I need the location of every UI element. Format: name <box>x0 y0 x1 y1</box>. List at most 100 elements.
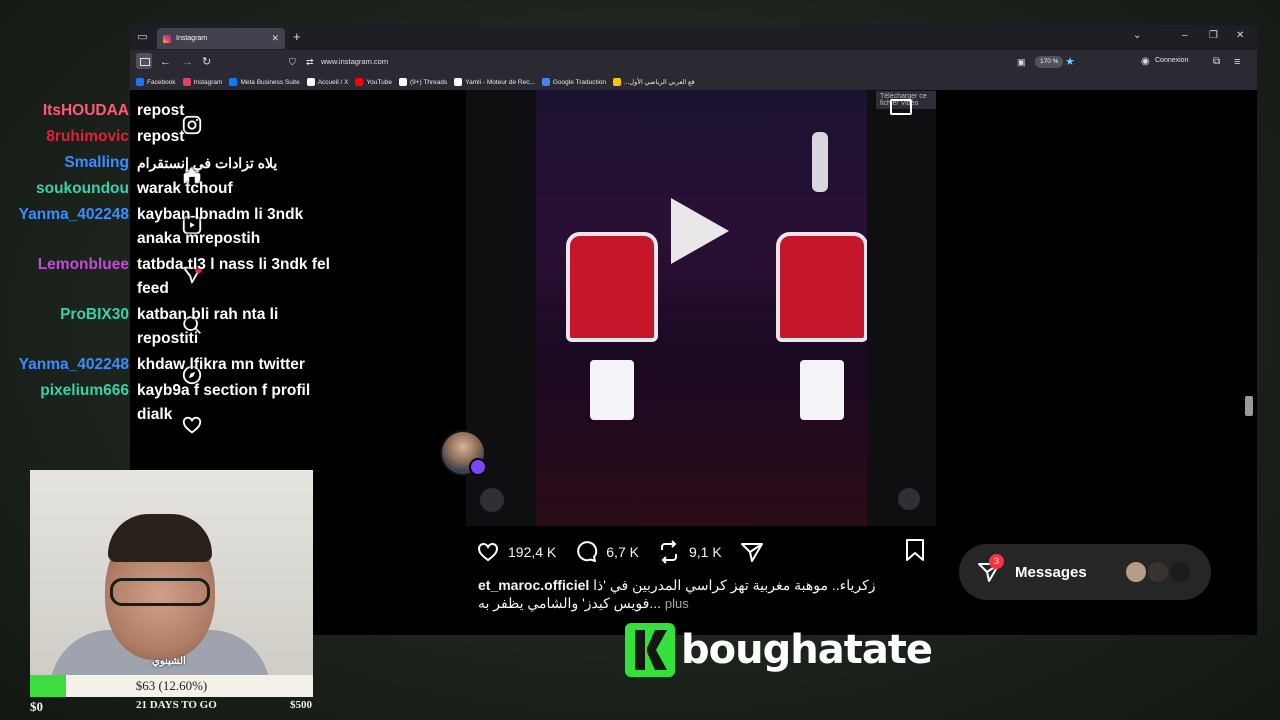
chat-username: pixelium666 <box>40 382 129 399</box>
yamli-icon <box>454 78 463 86</box>
tab-instagram[interactable]: Instagram ✕ <box>157 28 285 49</box>
tab-title: Instagram <box>176 35 208 42</box>
bookmark-google-traduction[interactable]: Google Traduction <box>541 78 606 86</box>
chat-username: ItsHOUDAA <box>42 102 129 119</box>
scrollbar-thumb[interactable] <box>1245 396 1253 416</box>
share-button[interactable] <box>740 540 764 564</box>
instagram-icon <box>182 78 191 86</box>
shield-icon[interactable]: ⛉ <box>289 55 296 69</box>
chat-text: يلاه تزادات في إنستقرام <box>137 155 278 171</box>
tab-list-icon[interactable]: ▭ <box>136 31 149 44</box>
goal-target: $500 <box>290 699 312 711</box>
tab-overflow-chevron-icon[interactable]: ⌄ <box>1133 30 1141 41</box>
streamer-hair <box>108 514 212 562</box>
chat-username: ProBIX30 <box>60 306 129 323</box>
chat-text: repost <box>137 102 185 119</box>
audio-mute-icon[interactable] <box>898 488 920 510</box>
donation-goal-bar: $63 (12.60%) <box>30 675 313 697</box>
bookmarks-bar: Facebook Instagram Meta Business Suite A… <box>130 74 1257 90</box>
connexion-button[interactable]: Connexion <box>1155 57 1188 64</box>
repost-count: 9,1 K <box>688 544 722 560</box>
reel-video-frame[interactable] <box>536 90 867 526</box>
close-window-button[interactable]: ✕ <box>1236 30 1244 41</box>
bookmark-star-icon[interactable]: ★ <box>1065 55 1075 69</box>
glasses <box>110 578 210 606</box>
goal-start: $0 <box>30 699 43 714</box>
sidebar-toggle-button[interactable] <box>136 53 152 69</box>
repost-icon <box>660 540 677 564</box>
bookmark-threads[interactable]: (9+) Threads <box>398 78 447 86</box>
post-actions: 192,4 K 6,7 K 9,1 K <box>476 538 926 567</box>
heart-icon <box>477 542 499 562</box>
bookmark-icon <box>906 538 924 561</box>
donation-amount: $63 (12.60%) <box>135 678 208 693</box>
forward-button[interactable]: → <box>182 55 193 69</box>
repost-button[interactable]: 9,1 K <box>657 540 722 564</box>
account-icon[interactable]: ◉ <box>1141 55 1150 69</box>
google-translate-icon <box>541 78 550 86</box>
permissions-icon[interactable]: ⇄ <box>306 55 314 69</box>
conversation-avatar <box>1168 560 1192 584</box>
save-button[interactable] <box>904 538 926 567</box>
share-icon <box>740 543 763 562</box>
brand-name: boughatate <box>681 627 933 673</box>
chat-text: khdaw lfikra mn twitter <box>137 356 305 373</box>
caption-username[interactable]: et_maroc.officiel <box>478 577 589 593</box>
reel-video-player[interactable]: Télécharger ce fichier Vidéo <box>466 90 936 526</box>
coach-chair-left <box>566 232 658 342</box>
like-count: 192,4 K <box>508 544 557 560</box>
instagram-favicon-icon <box>163 34 171 43</box>
bookmark-facebook[interactable]: Facebook <box>136 78 176 86</box>
chair-base-left <box>590 360 634 420</box>
minimize-button[interactable]: – <box>1182 30 1188 41</box>
chair-base-right <box>800 360 844 420</box>
chat-username: Yanma_402248 <box>18 356 129 373</box>
tab-close-icon[interactable]: ✕ <box>271 33 279 44</box>
goal-days-left: 21 DAYS TO GO <box>136 699 217 711</box>
title-bar: ▭ Instagram ✕ + ⌄ – ❐ ✕ <box>130 25 1257 50</box>
conversation-avatar <box>1124 560 1148 584</box>
url-bar[interactable]: www.instagram.com <box>321 57 388 66</box>
comment-count: 6,7 K <box>606 544 639 560</box>
meta-icon <box>229 78 238 86</box>
streamer-webcam: الشينوي <box>30 470 313 675</box>
bookmark-yamli[interactable]: Yamli - Moteur de Rec... <box>454 78 535 86</box>
threads-icon <box>398 78 407 86</box>
x-icon <box>306 78 315 86</box>
picture-in-picture-icon[interactable] <box>890 99 912 115</box>
contestant-figure <box>812 132 828 192</box>
reader-view-icon[interactable]: ▣ <box>1017 55 1026 69</box>
zoom-level-badge[interactable]: 170 % <box>1035 56 1064 68</box>
back-button[interactable]: ← <box>160 55 171 69</box>
extensions-icon[interactable]: ⧉ <box>1213 55 1220 69</box>
new-tab-button[interactable]: + <box>293 30 301 44</box>
menu-icon[interactable]: ≡ <box>1234 55 1240 69</box>
bookmark-instagram[interactable]: Instagram <box>182 78 222 86</box>
coach-chair-right <box>776 232 867 342</box>
chat-username: Yanma_402248 <box>18 206 129 223</box>
chat-text: repost <box>137 128 185 145</box>
chat-text: tatbda tl3 l nass li 3ndk fel feed <box>137 256 330 297</box>
bookmark-sports-site[interactable]: ...قع العربي الرياضي الأول <box>613 78 695 86</box>
k-logo-icon <box>625 623 675 677</box>
messages-label: Messages <box>1015 563 1087 581</box>
messages-button[interactable]: 3 Messages <box>959 544 1211 600</box>
like-button[interactable]: 192,4 K <box>476 540 556 564</box>
bookmark-youtube[interactable]: YouTube <box>355 78 392 86</box>
page-scrollbar[interactable] <box>1245 90 1253 635</box>
bookmark-meta-business-suite[interactable]: Meta Business Suite <box>229 78 300 86</box>
restore-button[interactable]: ❐ <box>1209 30 1218 41</box>
play-icon[interactable] <box>671 198 729 264</box>
chat-text: kayb9a f section f profil dialk <box>137 382 311 423</box>
tagged-users-icon[interactable] <box>480 488 504 512</box>
post-caption: et_maroc.officiel زكرياء.. موهبة مغربية … <box>478 576 908 613</box>
chat-username: 8ruhimovic <box>46 128 129 145</box>
comment-button[interactable]: 6,7 K <box>574 540 639 564</box>
bookmark-x[interactable]: Accueil / X <box>306 78 348 86</box>
caption-more-link[interactable]: plus <box>665 596 689 611</box>
reload-button[interactable]: ↻ <box>202 55 211 69</box>
chat-username: Lemonbluee <box>37 256 129 273</box>
chat-text: warak tchouf <box>137 180 233 197</box>
repost-badge-icon <box>469 458 487 476</box>
facebook-icon <box>136 78 144 86</box>
